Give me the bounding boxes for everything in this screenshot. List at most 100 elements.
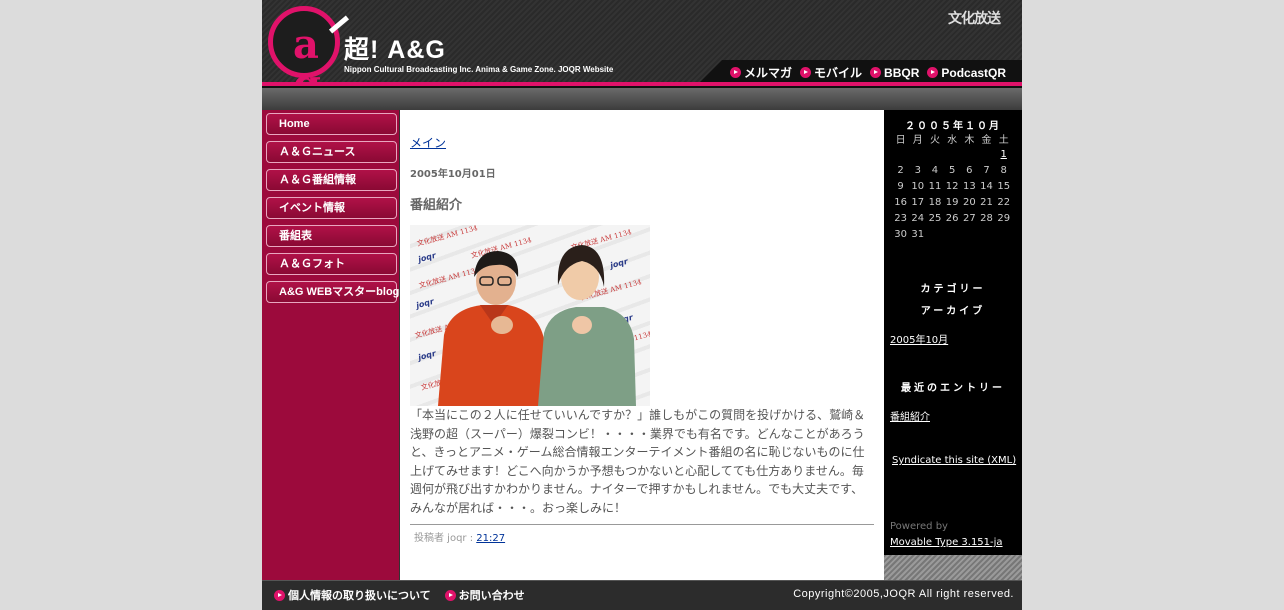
site-tagline: Nippon Cultural Broadcasting Inc. Anima …	[344, 65, 614, 74]
calendar-day: 11	[928, 180, 942, 192]
header-band	[262, 88, 1022, 110]
calendar-weekday-row: 日月火水木金土	[892, 130, 1012, 146]
calendar-weekday: 日	[895, 134, 906, 146]
calendar-day	[961, 146, 978, 162]
calendar-day: 4	[931, 164, 939, 176]
calendar-weekday: 木	[964, 134, 975, 146]
calendar-day: 5	[948, 164, 956, 176]
calendar-day: 18	[928, 196, 942, 208]
leftnav-ag-news[interactable]: Ａ＆Ｇニュース	[266, 141, 397, 163]
site-title[interactable]: 超! A&G	[344, 30, 446, 66]
breadcrumb-main-link[interactable]: メイン	[410, 134, 446, 151]
movable-type-link[interactable]: Movable Type 3.151-ja	[890, 537, 1003, 548]
calendar-day	[961, 226, 978, 242]
calendar-day: 15	[997, 180, 1011, 192]
entry-permalink[interactable]: 21:27	[476, 533, 505, 544]
calendar-day	[926, 226, 943, 242]
calendar-day[interactable]: 1	[995, 146, 1012, 162]
leftnav-home[interactable]: Home	[266, 113, 397, 135]
archives-heading: アーカイブ	[920, 306, 986, 317]
calendar-day: 22	[997, 196, 1011, 208]
main-content: メイン 2005年10月01日 番組紹介 文化放送 AM 1134 文化放送 A…	[401, 110, 884, 580]
header: a g 超! A&G Nippon Cultural Broadcasting …	[262, 0, 1022, 105]
nav-podcastqr[interactable]: PodcastQR	[927, 64, 1006, 81]
calendar-week-row: 9 10 11 12 13 14 15	[892, 178, 1012, 194]
calendar-day: 13	[962, 180, 976, 192]
station-logo-text: 文化放送	[948, 12, 1001, 27]
calendar-day: 17	[911, 196, 925, 208]
calendar-day: 24	[911, 212, 925, 224]
footer-nav: 個人情報の取り扱いについて お問い合わせ	[274, 587, 525, 603]
nav-mobile[interactable]: モバイル	[800, 64, 862, 81]
powered-by-label: Powered by	[890, 521, 948, 532]
station-logo[interactable]: 文化放送	[948, 8, 1002, 36]
right-sidebar: ２００５年１０月 日月火水木金土 1 2 3 4 5 6 7 8 9 10 11 12 13 14 15 16 1…	[884, 110, 1022, 555]
calendar-day: 10	[911, 180, 925, 192]
page: a g 超! A&G Nippon Cultural Broadcasting …	[262, 0, 1022, 610]
arrow-bullet-icon	[274, 589, 285, 601]
calendar-day: 14	[980, 180, 993, 192]
calendar-day: 25	[928, 212, 942, 224]
calendar-day	[944, 226, 961, 242]
entry-footer: 投稿者 joqr : 21:27	[414, 529, 505, 544]
recent-entries-heading: 最近のエントリー	[901, 383, 1005, 394]
sidebar-bottom-stripe	[884, 555, 1022, 580]
entry-date: 2005年10月01日	[410, 169, 496, 180]
calendar-day: 31	[911, 228, 925, 240]
calendar-week-row: 30 31	[892, 226, 1012, 242]
arrow-bullet-icon	[444, 589, 456, 601]
arrow-bullet-icon	[927, 67, 939, 78]
calendar-day: 27	[962, 212, 976, 224]
calendar-day: 19	[945, 196, 959, 208]
entry-author-label: 投稿者 joqr :	[414, 533, 477, 544]
calendar-weekday: 月	[912, 134, 923, 146]
calendar-day: 6	[966, 164, 973, 176]
calendar-day	[926, 146, 943, 162]
syndicate-xml-link[interactable]: Syndicate this site (XML)	[892, 455, 1016, 466]
calendar-day	[978, 146, 995, 162]
nav-bbqr[interactable]: BBQR	[870, 64, 919, 81]
footer-privacy-link[interactable]: 個人情報の取り扱いについて	[274, 587, 431, 603]
leftnav-ag-photo[interactable]: Ａ＆Ｇフォト	[266, 253, 397, 275]
arrow-bullet-icon	[800, 67, 812, 78]
recent-entry-link[interactable]: 番組紹介	[890, 408, 930, 423]
nav-mailmag[interactable]: メルマガ	[730, 64, 792, 81]
people-photo-illustration	[438, 245, 636, 406]
calendar-day	[995, 226, 1012, 242]
calendar-day: 23	[894, 212, 907, 224]
top-nav: メルマガ モバイル BBQR PodcastQR	[730, 64, 1006, 81]
calendar-day: 9	[897, 180, 904, 192]
left-navigation: Home Ａ＆Ｇニュース Ａ＆Ｇ番組情報 イベント情報 番組表 Ａ＆Ｇフォト A…	[262, 110, 400, 580]
leftnav-webmaster-blog[interactable]: A&G WEBマスターblog	[266, 281, 399, 303]
calendar-weekday: 水	[947, 134, 958, 146]
footer-link-label: お問い合わせ	[458, 590, 525, 602]
copyright: Copyright©2005,JOQR All right reserved.	[793, 588, 1014, 600]
arrow-bullet-icon	[870, 67, 882, 78]
calendar-day	[909, 146, 926, 162]
leftnav-ag-programs[interactable]: Ａ＆Ｇ番組情報	[266, 169, 397, 191]
footer-contact-link[interactable]: お問い合わせ	[444, 587, 525, 603]
calendar-day: 7	[983, 164, 990, 176]
calendar-day: 8	[1000, 164, 1007, 176]
footer-link-label: 個人情報の取り扱いについて	[288, 590, 431, 602]
leftnav-schedule[interactable]: 番組表	[266, 225, 397, 247]
nav-label: メルマガ	[744, 66, 793, 80]
calendar-weekday: 金	[981, 134, 992, 146]
calendar-day	[978, 226, 995, 242]
archive-link-2005-10[interactable]: 2005年10月	[890, 331, 948, 346]
calendar-day: 28	[980, 212, 993, 224]
calendar-weekday: 火	[929, 134, 940, 146]
calendar-day: 3	[914, 164, 921, 176]
ag-logo-mark[interactable]: a g	[268, 6, 340, 105]
categories-heading: カテゴリー	[920, 284, 986, 295]
entry-title: 番組紹介	[410, 198, 463, 213]
calendar-day	[892, 146, 909, 162]
calendar-weekday: 土	[998, 134, 1009, 146]
arrow-bullet-icon	[730, 67, 741, 78]
calendar-day: 16	[894, 196, 907, 208]
nav-label: モバイル	[814, 66, 863, 80]
calendar-day: 26	[945, 212, 959, 224]
calendar-day: 2	[897, 164, 904, 176]
calendar-week-row: 2345678	[892, 162, 1012, 178]
leftnav-events[interactable]: イベント情報	[266, 197, 397, 219]
